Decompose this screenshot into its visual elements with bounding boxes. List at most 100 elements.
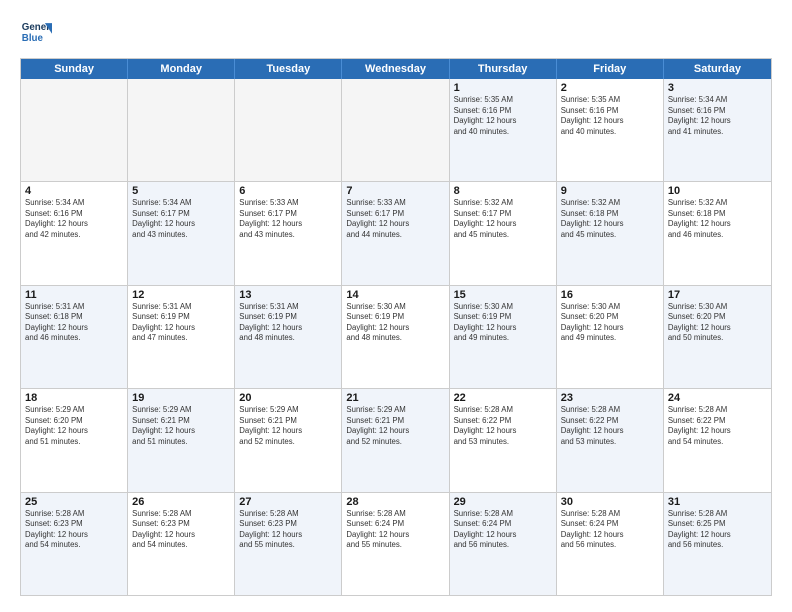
day-cell-27: 27Sunrise: 5:28 AMSunset: 6:23 PMDayligh… [235,493,342,595]
day-cell-6: 6Sunrise: 5:33 AMSunset: 6:17 PMDaylight… [235,182,342,284]
day-info: Sunrise: 5:32 AMSunset: 6:18 PMDaylight:… [561,198,659,240]
day-cell-3: 3Sunrise: 5:34 AMSunset: 6:16 PMDaylight… [664,79,771,181]
day-info: Sunrise: 5:34 AMSunset: 6:16 PMDaylight:… [25,198,123,240]
calendar-row-1: 1Sunrise: 5:35 AMSunset: 6:16 PMDaylight… [21,79,771,181]
day-info: Sunrise: 5:28 AMSunset: 6:22 PMDaylight:… [561,405,659,447]
day-info: Sunrise: 5:28 AMSunset: 6:23 PMDaylight:… [132,509,230,551]
day-info: Sunrise: 5:29 AMSunset: 6:21 PMDaylight:… [346,405,444,447]
day-info: Sunrise: 5:33 AMSunset: 6:17 PMDaylight:… [346,198,444,240]
day-number: 24 [668,392,767,404]
day-number: 14 [346,289,444,301]
day-info: Sunrise: 5:33 AMSunset: 6:17 PMDaylight:… [239,198,337,240]
day-number: 25 [25,496,123,508]
page: General Blue SundayMondayTuesdayWednesda… [0,0,792,612]
day-number: 8 [454,185,552,197]
day-number: 30 [561,496,659,508]
day-cell-18: 18Sunrise: 5:29 AMSunset: 6:20 PMDayligh… [21,389,128,491]
day-cell-12: 12Sunrise: 5:31 AMSunset: 6:19 PMDayligh… [128,286,235,388]
day-cell-10: 10Sunrise: 5:32 AMSunset: 6:18 PMDayligh… [664,182,771,284]
day-number: 16 [561,289,659,301]
day-number: 19 [132,392,230,404]
day-number: 3 [668,82,767,94]
day-cell-1: 1Sunrise: 5:35 AMSunset: 6:16 PMDaylight… [450,79,557,181]
day-cell-9: 9Sunrise: 5:32 AMSunset: 6:18 PMDaylight… [557,182,664,284]
day-info: Sunrise: 5:29 AMSunset: 6:20 PMDaylight:… [25,405,123,447]
day-cell-16: 16Sunrise: 5:30 AMSunset: 6:20 PMDayligh… [557,286,664,388]
day-info: Sunrise: 5:30 AMSunset: 6:19 PMDaylight:… [454,302,552,344]
empty-cell-0-1 [128,79,235,181]
day-number: 17 [668,289,767,301]
day-header-wednesday: Wednesday [342,59,449,79]
day-info: Sunrise: 5:31 AMSunset: 6:18 PMDaylight:… [25,302,123,344]
day-number: 7 [346,185,444,197]
day-cell-14: 14Sunrise: 5:30 AMSunset: 6:19 PMDayligh… [342,286,449,388]
day-cell-29: 29Sunrise: 5:28 AMSunset: 6:24 PMDayligh… [450,493,557,595]
svg-text:Blue: Blue [22,33,44,44]
day-info: Sunrise: 5:28 AMSunset: 6:24 PMDaylight:… [346,509,444,551]
day-info: Sunrise: 5:34 AMSunset: 6:17 PMDaylight:… [132,198,230,240]
day-info: Sunrise: 5:28 AMSunset: 6:24 PMDaylight:… [561,509,659,551]
day-cell-17: 17Sunrise: 5:30 AMSunset: 6:20 PMDayligh… [664,286,771,388]
day-cell-8: 8Sunrise: 5:32 AMSunset: 6:17 PMDaylight… [450,182,557,284]
day-info: Sunrise: 5:31 AMSunset: 6:19 PMDaylight:… [239,302,337,344]
empty-cell-0-2 [235,79,342,181]
day-cell-4: 4Sunrise: 5:34 AMSunset: 6:16 PMDaylight… [21,182,128,284]
day-header-sunday: Sunday [21,59,128,79]
day-info: Sunrise: 5:28 AMSunset: 6:22 PMDaylight:… [454,405,552,447]
day-header-thursday: Thursday [450,59,557,79]
day-number: 31 [668,496,767,508]
day-info: Sunrise: 5:28 AMSunset: 6:23 PMDaylight:… [25,509,123,551]
day-info: Sunrise: 5:30 AMSunset: 6:20 PMDaylight:… [561,302,659,344]
day-number: 23 [561,392,659,404]
calendar-body: 1Sunrise: 5:35 AMSunset: 6:16 PMDaylight… [21,79,771,595]
day-number: 21 [346,392,444,404]
day-header-monday: Monday [128,59,235,79]
day-cell-5: 5Sunrise: 5:34 AMSunset: 6:17 PMDaylight… [128,182,235,284]
empty-cell-0-0 [21,79,128,181]
day-header-friday: Friday [557,59,664,79]
day-cell-24: 24Sunrise: 5:28 AMSunset: 6:22 PMDayligh… [664,389,771,491]
day-number: 10 [668,185,767,197]
day-cell-20: 20Sunrise: 5:29 AMSunset: 6:21 PMDayligh… [235,389,342,491]
day-info: Sunrise: 5:30 AMSunset: 6:19 PMDaylight:… [346,302,444,344]
day-number: 26 [132,496,230,508]
day-info: Sunrise: 5:29 AMSunset: 6:21 PMDaylight:… [239,405,337,447]
day-cell-2: 2Sunrise: 5:35 AMSunset: 6:16 PMDaylight… [557,79,664,181]
day-header-tuesday: Tuesday [235,59,342,79]
day-number: 6 [239,185,337,197]
day-number: 4 [25,185,123,197]
day-cell-26: 26Sunrise: 5:28 AMSunset: 6:23 PMDayligh… [128,493,235,595]
day-number: 28 [346,496,444,508]
day-info: Sunrise: 5:28 AMSunset: 6:25 PMDaylight:… [668,509,767,551]
day-info: Sunrise: 5:34 AMSunset: 6:16 PMDaylight:… [668,95,767,137]
day-number: 15 [454,289,552,301]
day-number: 9 [561,185,659,197]
day-number: 11 [25,289,123,301]
calendar-row-2: 4Sunrise: 5:34 AMSunset: 6:16 PMDaylight… [21,181,771,284]
day-cell-15: 15Sunrise: 5:30 AMSunset: 6:19 PMDayligh… [450,286,557,388]
day-cell-13: 13Sunrise: 5:31 AMSunset: 6:19 PMDayligh… [235,286,342,388]
day-number: 2 [561,82,659,94]
calendar-header: SundayMondayTuesdayWednesdayThursdayFrid… [21,59,771,79]
calendar-row-5: 25Sunrise: 5:28 AMSunset: 6:23 PMDayligh… [21,492,771,595]
day-cell-21: 21Sunrise: 5:29 AMSunset: 6:21 PMDayligh… [342,389,449,491]
day-info: Sunrise: 5:32 AMSunset: 6:18 PMDaylight:… [668,198,767,240]
calendar-row-3: 11Sunrise: 5:31 AMSunset: 6:18 PMDayligh… [21,285,771,388]
day-cell-30: 30Sunrise: 5:28 AMSunset: 6:24 PMDayligh… [557,493,664,595]
day-number: 5 [132,185,230,197]
day-info: Sunrise: 5:30 AMSunset: 6:20 PMDaylight:… [668,302,767,344]
day-number: 12 [132,289,230,301]
day-number: 27 [239,496,337,508]
day-info: Sunrise: 5:32 AMSunset: 6:17 PMDaylight:… [454,198,552,240]
logo: General Blue [20,16,56,48]
empty-cell-0-3 [342,79,449,181]
day-cell-25: 25Sunrise: 5:28 AMSunset: 6:23 PMDayligh… [21,493,128,595]
logo-icon: General Blue [20,16,52,48]
day-cell-22: 22Sunrise: 5:28 AMSunset: 6:22 PMDayligh… [450,389,557,491]
day-info: Sunrise: 5:28 AMSunset: 6:24 PMDaylight:… [454,509,552,551]
day-info: Sunrise: 5:28 AMSunset: 6:23 PMDaylight:… [239,509,337,551]
calendar-row-4: 18Sunrise: 5:29 AMSunset: 6:20 PMDayligh… [21,388,771,491]
day-number: 29 [454,496,552,508]
day-number: 13 [239,289,337,301]
day-cell-23: 23Sunrise: 5:28 AMSunset: 6:22 PMDayligh… [557,389,664,491]
